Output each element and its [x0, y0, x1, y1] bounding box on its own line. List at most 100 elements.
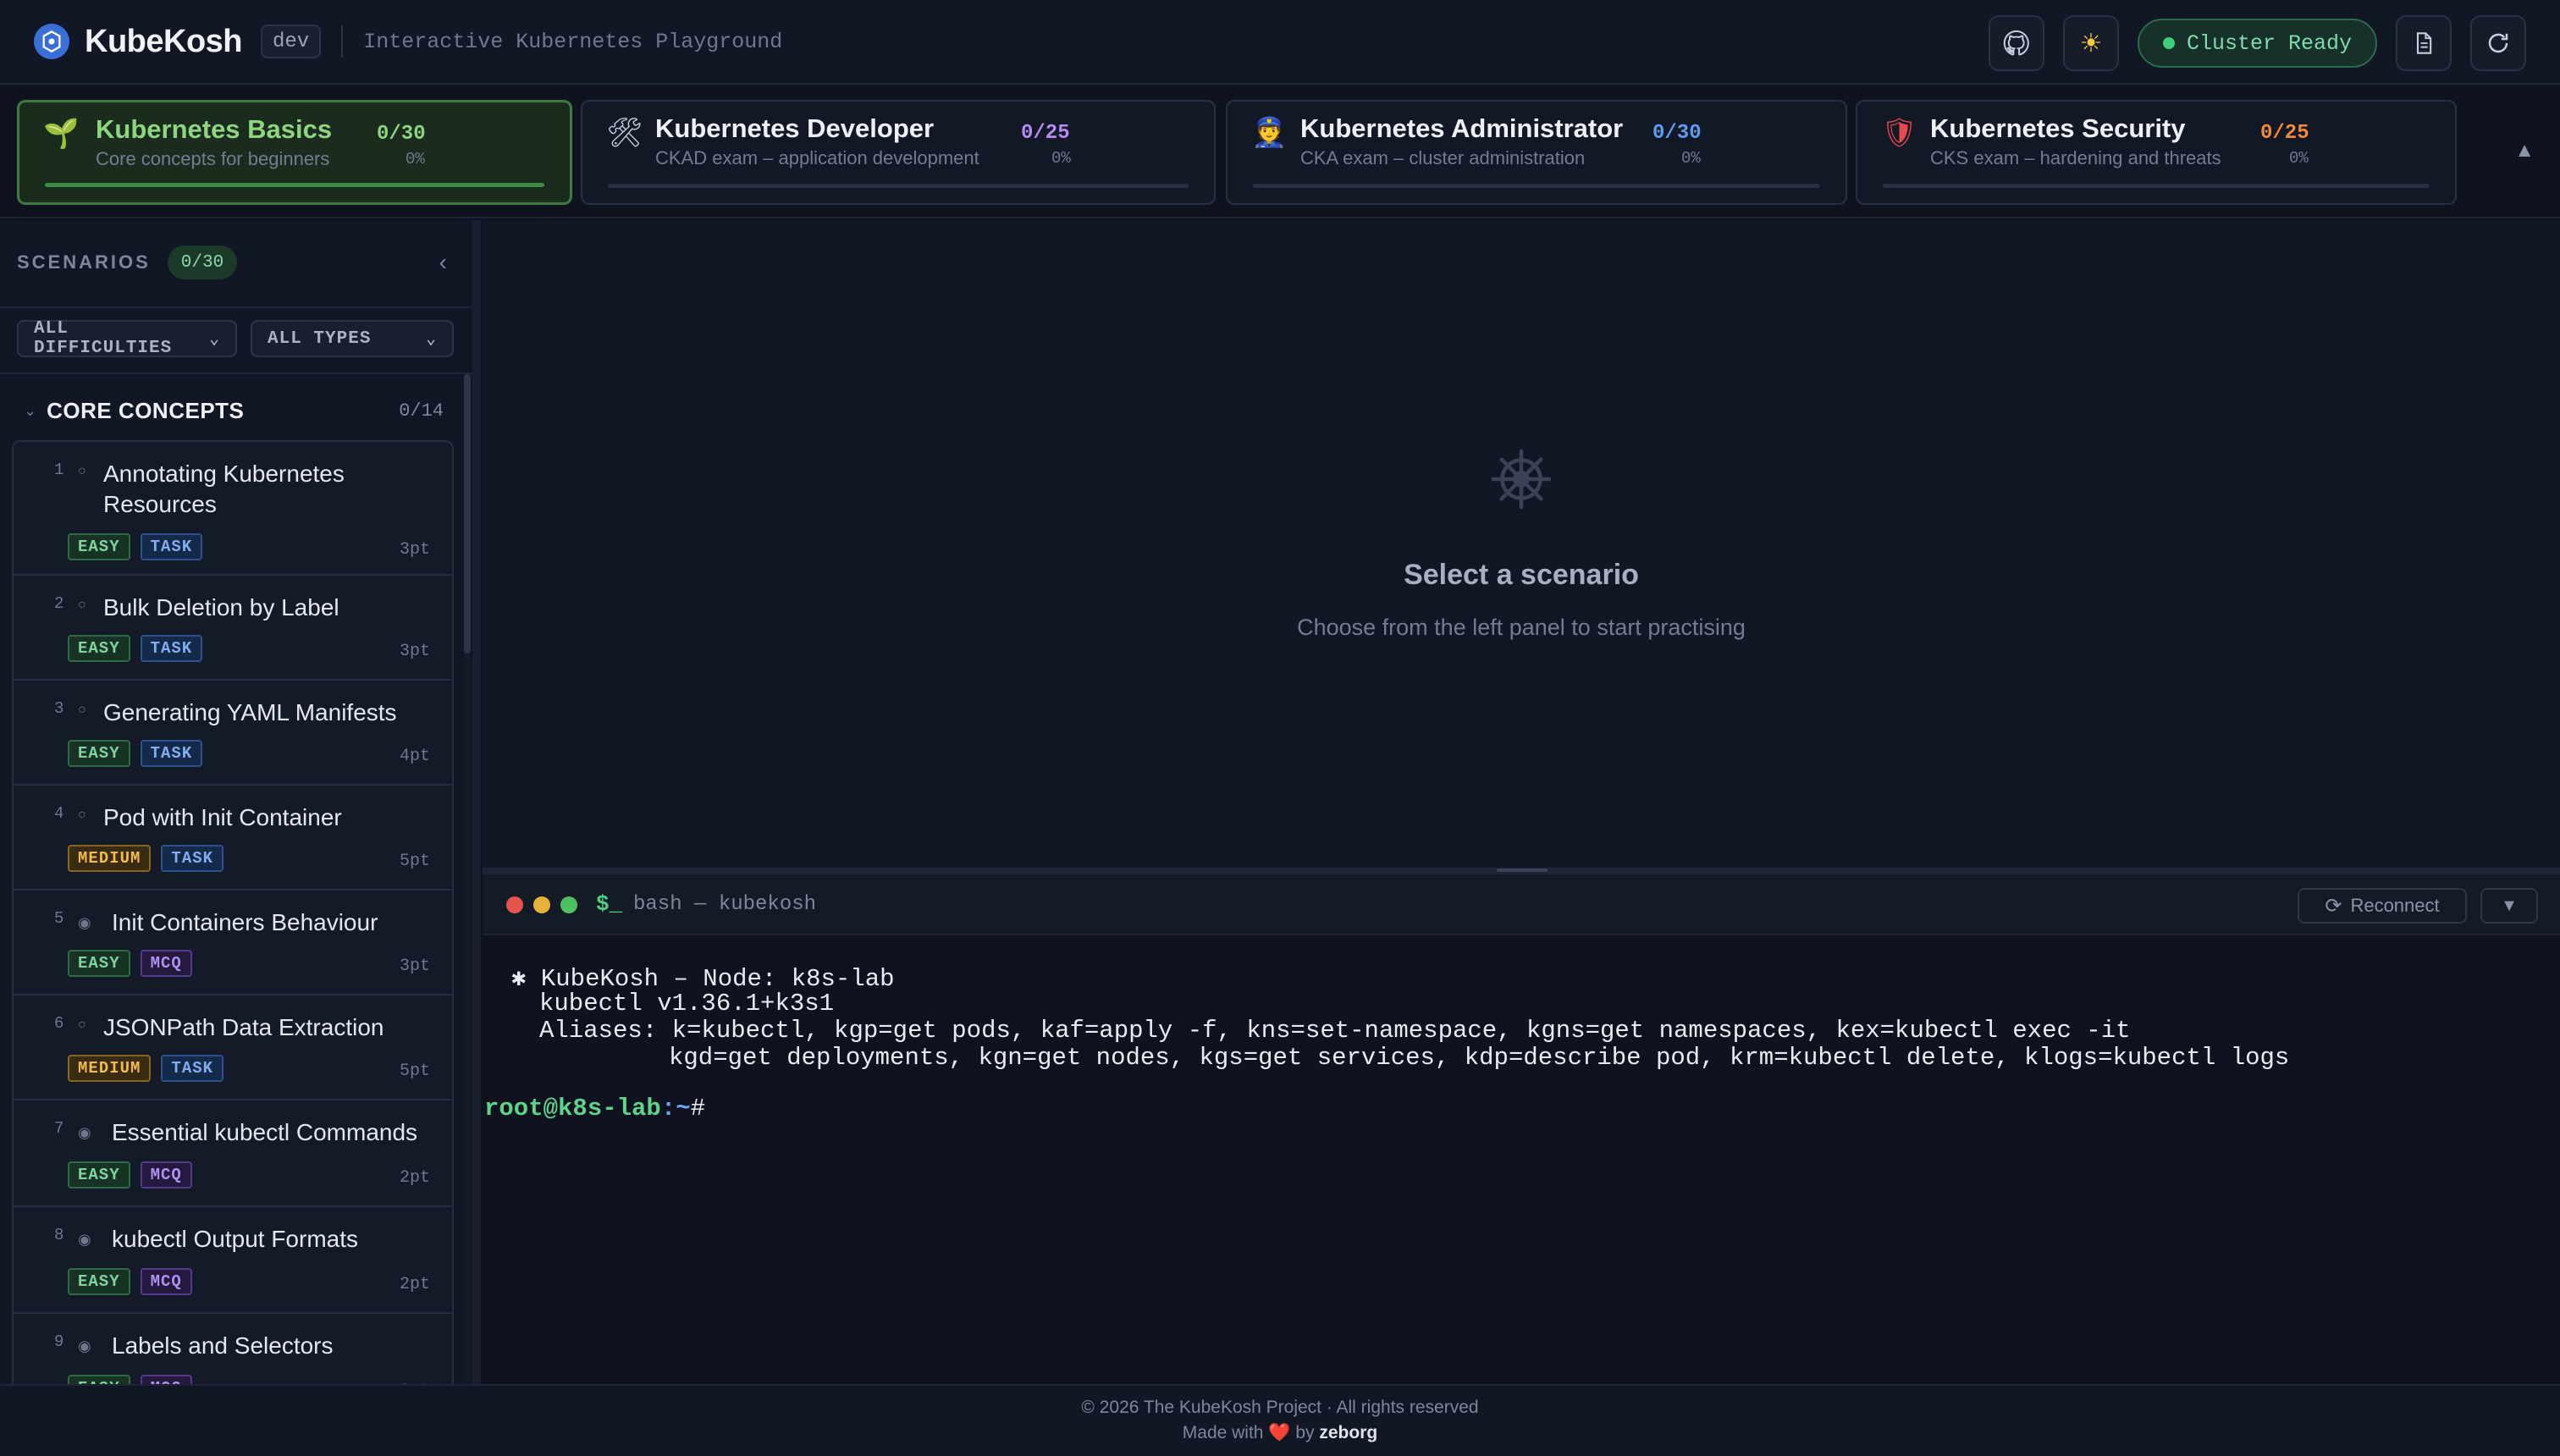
terminal-prompt[interactable]: root@k8s-lab:~#	[484, 1095, 705, 1122]
track-title: Kubernetes Developer	[655, 113, 935, 143]
reconnect-button[interactable]: ⟳ Reconnect	[2298, 888, 2467, 924]
scenario-item[interactable]: 8 ◉ kubectl Output Formats EASY MCQ 2pt	[12, 1207, 454, 1314]
github-icon	[2003, 30, 2029, 56]
sidebar-resize-handle[interactable]	[472, 220, 481, 1384]
difficulty-tag: MEDIUM	[68, 845, 152, 872]
prompt-user: root@k8s-lab	[484, 1095, 661, 1122]
type-tag: TASK	[140, 635, 203, 662]
scenario-item[interactable]: 2 ○ Bulk Deletion by Label EASY TASK 3pt	[12, 576, 454, 681]
scenario-title: Pod with Init Container	[103, 804, 342, 830]
track-percent: 0%	[2289, 149, 2309, 168]
terminal-line: Aliases: k=kubectl, kgp=get pods, kaf=ap…	[539, 1017, 2131, 1045]
chevron-down-icon: ⌄	[425, 330, 437, 350]
sidebar-scrollbar-thumb[interactable]	[464, 374, 471, 654]
track-progress-bar	[1883, 184, 2430, 188]
scenario-points: 4pt	[399, 747, 430, 766]
triangle-down-icon: ▼	[2501, 896, 2518, 915]
track-card-basics[interactable]: 🌱 Kubernetes Basics Core concepts for be…	[17, 100, 572, 205]
type-tag: MCQ	[140, 950, 192, 977]
track-subtitle: CKS exam – hardening and threats	[1930, 147, 2221, 168]
track-progress-bar	[1253, 184, 1820, 188]
track-progress-bar	[45, 183, 544, 187]
track-card-administrator[interactable]: 👮 Kubernetes Administrator CKA exam – cl…	[1226, 100, 1847, 205]
scenario-title: Init Containers Behaviour	[112, 909, 378, 935]
type-filter-value: ALL TYPES	[268, 328, 372, 349]
divider	[0, 372, 477, 374]
type-tag: MCQ	[140, 1268, 192, 1295]
scenario-title: JSONPath Data Extraction	[103, 1014, 384, 1040]
admin-icon: 👮	[1251, 117, 1288, 149]
document-icon	[2416, 32, 2432, 54]
difficulty-tag: EASY	[68, 1268, 130, 1295]
scenario-item[interactable]: 1 ○ Annotating Kubernetes Resources EASY…	[12, 440, 454, 576]
difficulty-tag: MEDIUM	[68, 1055, 152, 1082]
cluster-status-pill[interactable]: Cluster Ready	[2137, 19, 2377, 68]
scenario-item[interactable]: 4 ○ Pod with Init Container MEDIUM TASK …	[12, 786, 454, 891]
type-tag: TASK	[140, 740, 203, 767]
terminal-header: $_ bash — kubekosh ⟳ Reconnect ▼	[483, 874, 2560, 935]
empty-state-subtitle: Choose from the left panel to start prac…	[1297, 615, 1746, 640]
collapse-sidebar-chevron-left-icon[interactable]: ‹	[439, 249, 447, 276]
difficulty-tag: EASY	[68, 950, 130, 977]
track-card-security[interactable]: 🛡 Kubernetes Security CKS exam – hardeni…	[1856, 100, 2457, 205]
refresh-button[interactable]	[2470, 15, 2526, 71]
scenario-item[interactable]: 7 ◉ Essential kubectl Commands EASY MCQ …	[12, 1100, 454, 1207]
chevron-down-icon: ⌄	[24, 402, 37, 419]
difficulty-tag: EASY	[68, 740, 130, 767]
status-circle-icon: ○	[78, 703, 86, 717]
type-tag: MCQ	[140, 1375, 192, 1384]
collapse-tracks-chevron-up-icon[interactable]: ▲	[2514, 139, 2535, 163]
minimize-dot-icon	[533, 896, 550, 913]
header-divider	[341, 25, 344, 58]
terminal-collapse-button[interactable]: ▼	[2480, 888, 2538, 924]
scenario-title: Essential kubectl Commands	[112, 1119, 418, 1145]
track-title: Kubernetes Basics	[96, 114, 333, 144]
refresh-icon: ⟳	[2325, 894, 2342, 918]
terminal-line: ✱ KubeKosh – Node: k8s-lab	[511, 965, 895, 993]
section-title: CORE CONCEPTS	[47, 398, 245, 423]
app-name[interactable]: KubeKosh	[85, 24, 243, 60]
scenario-points: 5pt	[399, 852, 430, 871]
scenario-number: 9	[54, 1332, 64, 1351]
prompt-path: :~	[660, 1095, 691, 1122]
refresh-icon	[2488, 33, 2508, 53]
footer-copyright: © 2026 The KubeKosh Project · All rights…	[1081, 1398, 1479, 1417]
terminal-output[interactable]: ✱ KubeKosh – Node: k8s-lab kubectl v1.36…	[483, 935, 2560, 1384]
type-filter-select[interactable]: ALL TYPES ⌄	[251, 320, 454, 357]
track-card-developer[interactable]: 🛠 Kubernetes Developer CKAD exam – appli…	[581, 100, 1216, 205]
theme-toggle-button[interactable]: ☀	[2062, 15, 2119, 71]
scenario-item[interactable]: 9 ◉ Labels and Selectors EASY MCQ 2pt	[12, 1314, 454, 1384]
author-link[interactable]: zeborg	[1319, 1423, 1377, 1442]
scenario-points: 2pt	[399, 1275, 430, 1294]
prompt-symbol: #	[690, 1095, 706, 1122]
scenario-item[interactable]: 3 ○ Generating YAML Manifests EASY TASK …	[12, 681, 454, 786]
docs-button[interactable]	[2396, 15, 2452, 71]
scenario-points: 5pt	[399, 1062, 430, 1081]
scenario-number: 5	[54, 909, 64, 928]
footer: © 2026 The KubeKosh Project · All rights…	[0, 1384, 2560, 1456]
scenario-item[interactable]: 5 ◉ Init Containers Behaviour EASY MCQ 3…	[12, 891, 454, 995]
scenario-number: 4	[54, 804, 64, 823]
kubekosh-logo-icon[interactable]	[34, 24, 69, 59]
scenario-item[interactable]: 6 ○ JSONPath Data Extraction MEDIUM TASK…	[12, 995, 454, 1100]
section-core-concepts-header[interactable]: ⌄ CORE CONCEPTS 0/14	[24, 398, 444, 424]
scenario-points: 2pt	[399, 1168, 430, 1188]
status-circle-icon: ○	[78, 1018, 86, 1032]
difficulty-tag: EASY	[68, 1375, 130, 1384]
status-circle-icon: ○	[78, 598, 86, 612]
section-count: 0/14	[399, 400, 444, 422]
status-radio-icon: ◉	[78, 1231, 91, 1248]
difficulty-tag: EASY	[68, 533, 130, 560]
splitter-grip-icon[interactable]	[1497, 869, 1548, 872]
scenario-number: 7	[54, 1119, 64, 1138]
scenario-number: 8	[54, 1226, 64, 1244]
track-title: Kubernetes Administrator	[1300, 113, 1624, 143]
difficulty-filter-select[interactable]: ALL DIFFICULTIES ⌄	[17, 319, 237, 358]
track-count: 0/25	[1021, 122, 1070, 145]
heart-icon: ❤️	[1268, 1423, 1291, 1442]
cluster-status-text: Cluster Ready	[2186, 30, 2352, 56]
terminal-line: kgd=get deployments, kgn=get nodes, kgs=…	[669, 1044, 2290, 1072]
footer-credit: Made with ❤️ by zeborg	[0, 1423, 2560, 1443]
scenario-count-badge: 0/30	[167, 245, 238, 279]
github-button[interactable]	[1988, 15, 2044, 71]
